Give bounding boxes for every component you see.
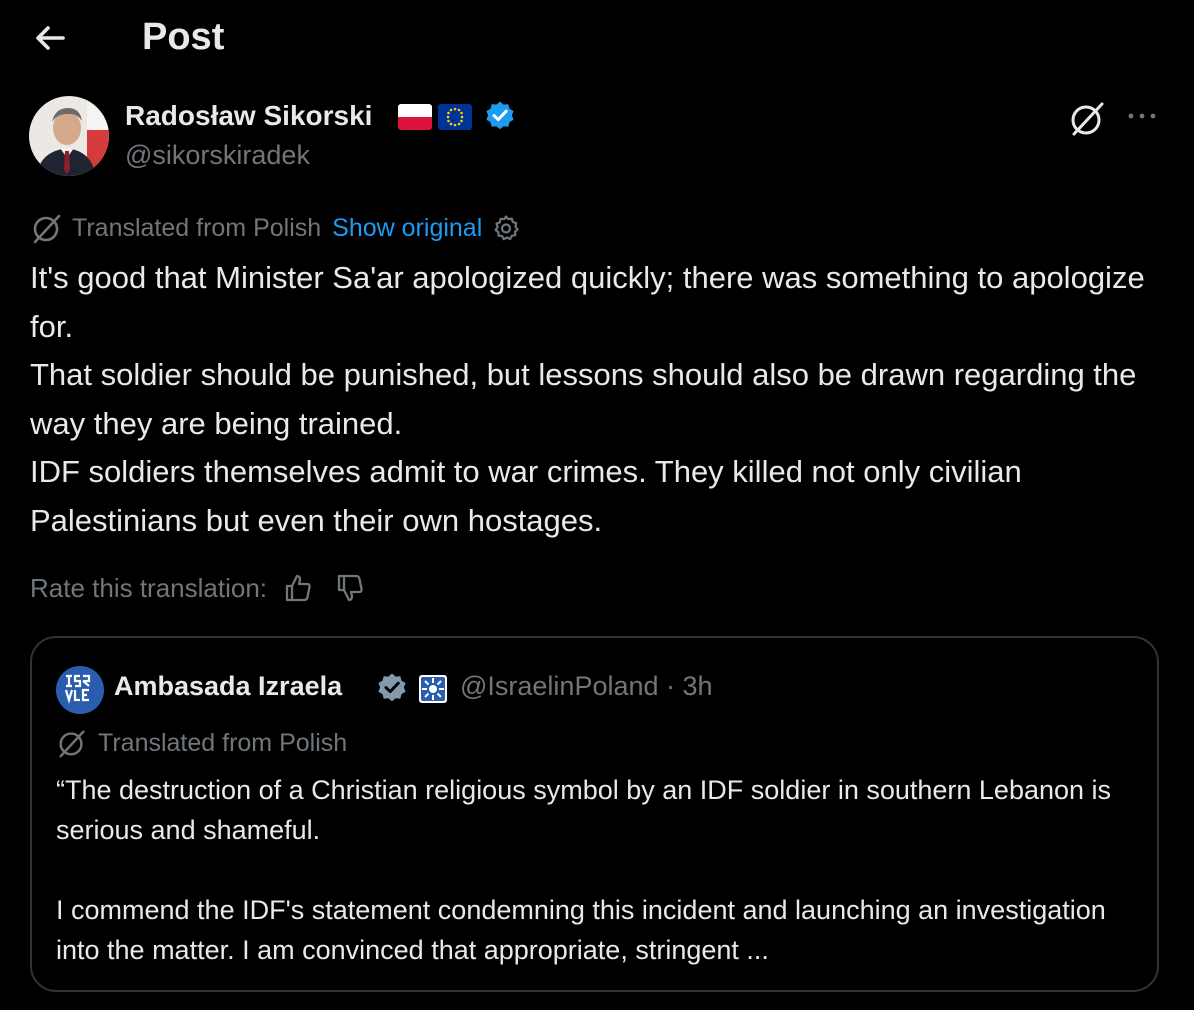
rate-translation-label: Rate this translation:	[30, 572, 268, 603]
author-handle[interactable]: @sikorskiradek	[125, 140, 310, 171]
quoted-post[interactable]: Ambasada Izraela @IsraelinPoland · 3h Tr…	[30, 636, 1159, 992]
grok-button[interactable]	[1066, 98, 1108, 140]
post-text-line: IDF soldiers themselves admit to war cri…	[30, 454, 1022, 538]
show-original-link[interactable]: Show original	[332, 214, 482, 243]
verified-badge-icon[interactable]	[484, 100, 516, 132]
avatar[interactable]	[29, 96, 109, 176]
gear-icon[interactable]	[492, 214, 520, 242]
eu-flag-icon	[438, 104, 472, 130]
back-button[interactable]	[30, 18, 70, 58]
arrow-left-icon	[36, 26, 65, 50]
more-options-button[interactable]	[1122, 98, 1162, 134]
translate-icon	[59, 730, 85, 758]
post-text-line: That soldier should be punished, but les…	[30, 357, 1137, 441]
quoted-paragraph: “The destruction of a Christian religiou…	[56, 775, 1112, 845]
thumbs-down-icon[interactable]	[335, 573, 365, 603]
post-text: It's good that Minister Sa'ar apologized…	[30, 254, 1170, 545]
page-title: Post	[142, 16, 225, 58]
post-text-line: It's good that Minister Sa'ar apologized…	[30, 260, 1145, 344]
translation-info: Translated from Polish Show original	[30, 210, 520, 246]
government-affiliation-icon[interactable]	[418, 674, 448, 704]
grok-icon	[1071, 102, 1104, 136]
quoted-paragraph: I commend the IDF's statement condemning…	[56, 895, 1106, 965]
quoted-handle-time[interactable]: @IsraelinPoland · 3h	[460, 671, 713, 702]
more-dots-icon	[1128, 113, 1156, 119]
verified-badge-icon[interactable]	[376, 672, 408, 704]
poland-flag-icon	[398, 104, 432, 130]
translated-label: Translated from Polish	[72, 213, 322, 242]
quoted-post-text: “The destruction of a Christian religiou…	[56, 770, 1136, 970]
quoted-avatar[interactable]	[56, 666, 104, 714]
author-name[interactable]: Radosław Sikorski	[125, 100, 372, 132]
post-header: Post	[0, 0, 1194, 80]
author-flags	[398, 104, 472, 130]
quoted-author-name[interactable]: Ambasada Izraela	[114, 671, 342, 702]
quoted-translation-info: Translated from Polish	[56, 726, 347, 760]
thumbs-up-icon[interactable]	[283, 573, 313, 603]
rate-translation: Rate this translation:	[30, 568, 365, 608]
translate-icon	[33, 214, 61, 244]
quoted-translated-label: Translated from Polish	[98, 728, 348, 757]
